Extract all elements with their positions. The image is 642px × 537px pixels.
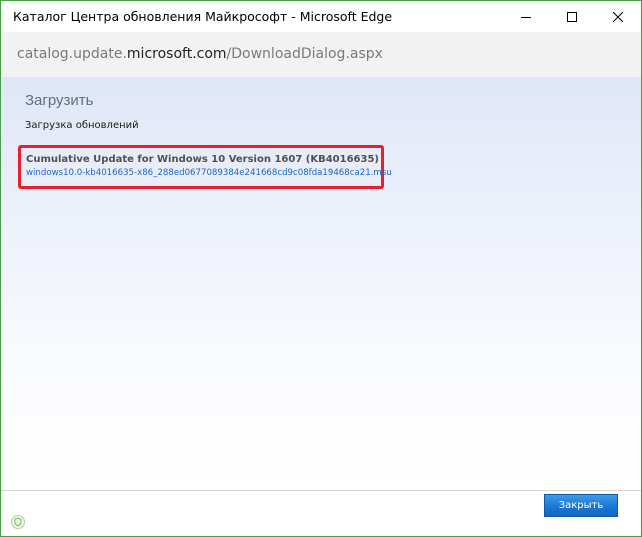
maximize-button[interactable] — [549, 1, 595, 32]
close-icon — [613, 11, 623, 22]
dialog-footer: Закрыть — [1, 491, 641, 536]
close-button[interactable]: Закрыть — [544, 494, 618, 517]
close-window-button[interactable] — [595, 1, 641, 32]
browser-window: Каталог Центра обновления Майкрософт - M… — [0, 0, 642, 537]
dialog-content: Загрузить Загрузка обновлений Cumulative… — [1, 77, 641, 490]
minimize-button[interactable] — [503, 1, 549, 32]
update-title: Cumulative Update for Windows 10 Version… — [26, 154, 379, 165]
page-title: Загрузить — [25, 92, 94, 109]
url-path: /DownloadDialog.aspx — [226, 46, 383, 62]
window-title: Каталог Центра обновления Майкрософт - M… — [13, 9, 393, 24]
title-bar[interactable]: Каталог Центра обновления Майкрософт - M… — [1, 1, 641, 32]
maximize-icon — [567, 11, 577, 22]
address-bar[interactable]: catalog.update.microsoft.com/DownloadDia… — [1, 32, 641, 77]
url-prefix: catalog.update. — [17, 46, 127, 62]
page-subtitle: Загрузка обновлений — [25, 120, 139, 131]
url-text[interactable]: catalog.update.microsoft.com/DownloadDia… — [17, 46, 383, 62]
download-file-link[interactable]: windows10.0-kb4016635-x86_288ed067708938… — [26, 168, 392, 178]
shield-icon — [11, 515, 25, 529]
minimize-icon — [521, 16, 531, 18]
highlight-box — [18, 145, 384, 189]
url-domain: microsoft.com — [126, 46, 227, 62]
